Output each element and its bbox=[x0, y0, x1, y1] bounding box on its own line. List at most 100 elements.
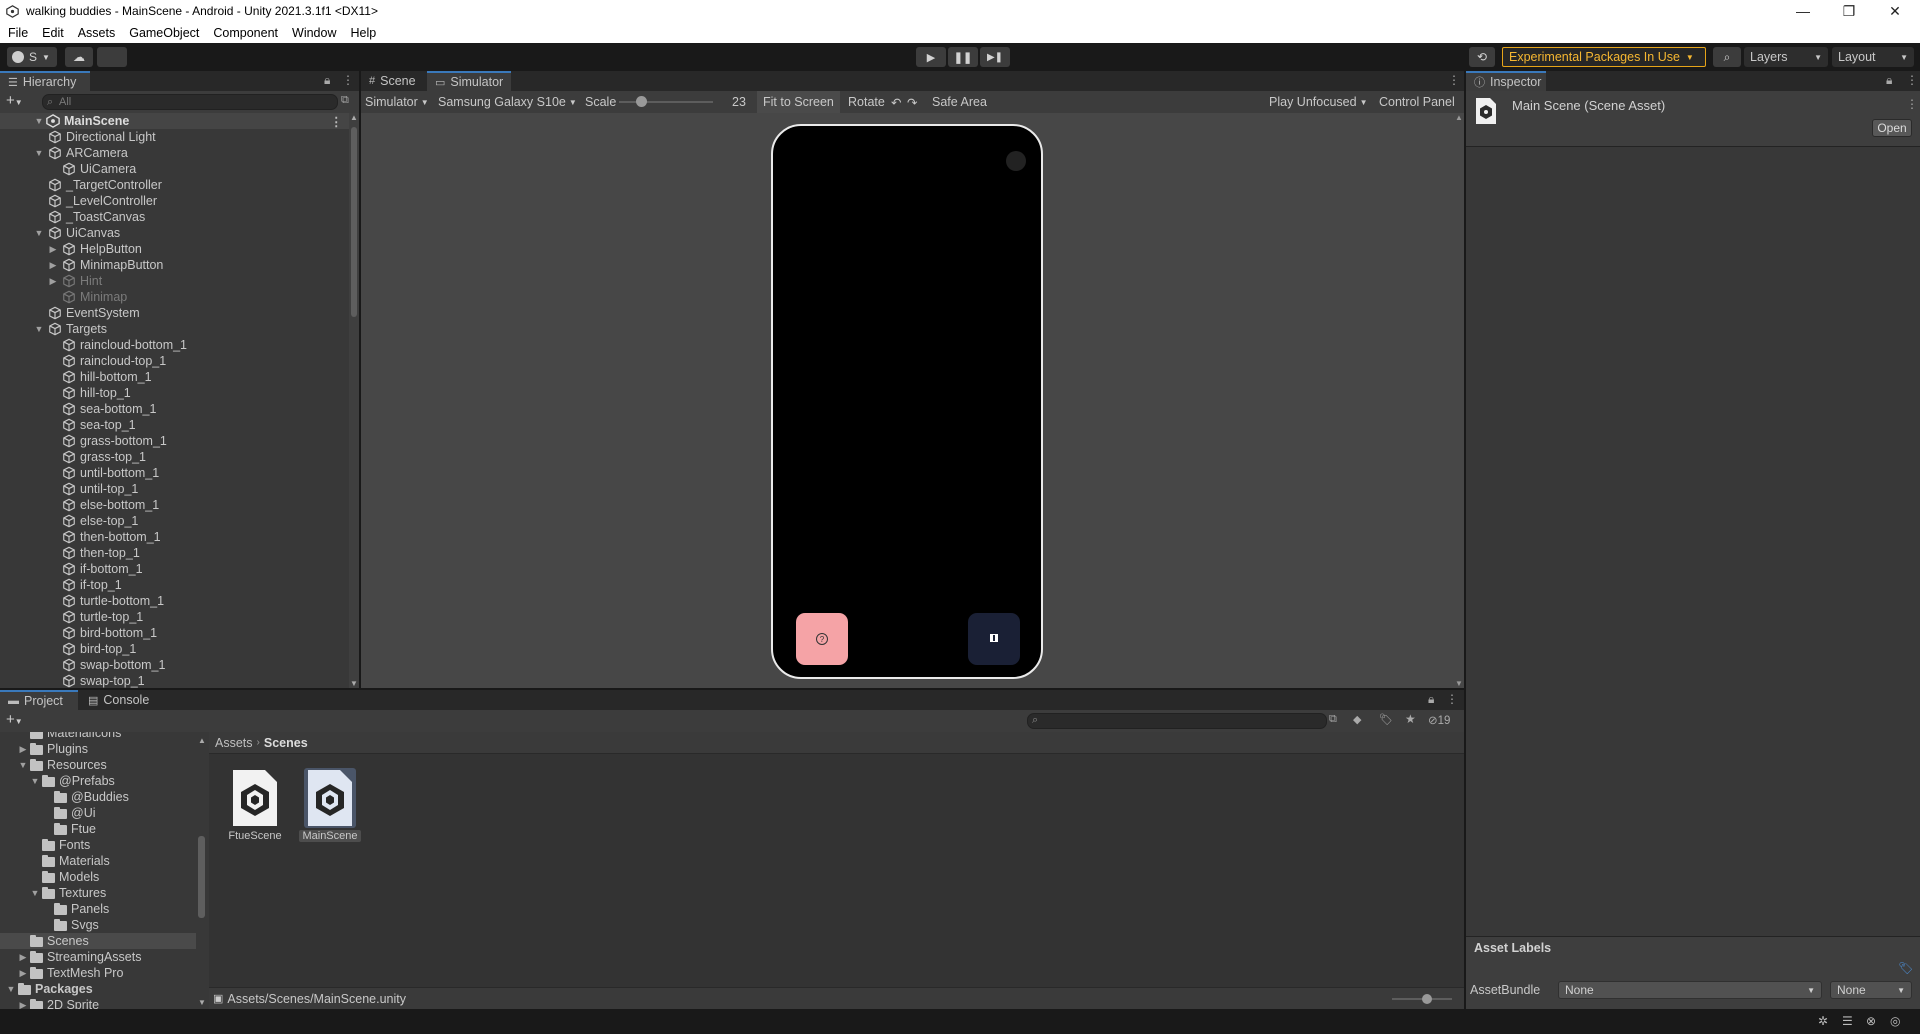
collapse-arrow-icon[interactable]: ▼ bbox=[6, 984, 16, 994]
hierarchy-item[interactable]: if-bottom_1 bbox=[0, 561, 349, 577]
icon-size-slider[interactable] bbox=[1392, 994, 1452, 1004]
more-options-icon[interactable]: ⋮ bbox=[342, 73, 354, 87]
expand-arrow-icon[interactable]: ▶ bbox=[18, 968, 28, 979]
folder-tree-item[interactable]: Svgs bbox=[0, 917, 197, 933]
hierarchy-item[interactable]: raincloud-bottom_1 bbox=[0, 337, 349, 353]
more-options-icon[interactable]: ⋮ bbox=[1448, 73, 1460, 87]
create-asset-button[interactable]: +▼ bbox=[6, 711, 23, 728]
breadcrumb-scenes[interactable]: Scenes bbox=[260, 736, 312, 750]
label-filter-icon[interactable]: 🏷︎ bbox=[1379, 713, 1393, 726]
rotate-left-icon[interactable]: ↶ bbox=[891, 91, 901, 113]
layers-dropdown[interactable]: Layers ▼ bbox=[1744, 47, 1828, 67]
scroll-down-icon[interactable]: ▼ bbox=[198, 998, 206, 1007]
menu-assets[interactable]: Assets bbox=[70, 26, 122, 40]
step-button[interactable]: ▶❚ bbox=[980, 47, 1010, 67]
folder-tree-item[interactable]: ▼ @Prefabs bbox=[0, 773, 197, 789]
scale-slider[interactable] bbox=[619, 91, 713, 113]
tab-simulator[interactable]: ▭ Simulator bbox=[427, 71, 511, 91]
hierarchy-item[interactable]: hill-top_1 bbox=[0, 385, 349, 401]
hierarchy-item[interactable]: until-bottom_1 bbox=[0, 465, 349, 481]
hierarchy-item[interactable]: turtle-bottom_1 bbox=[0, 593, 349, 609]
hierarchy-item[interactable]: ▼ ARCamera bbox=[0, 145, 349, 161]
expand-arrow-icon[interactable]: ▶ bbox=[48, 276, 58, 287]
device-screen[interactable]: ? bbox=[782, 135, 1032, 668]
hidden-packages-toggle[interactable]: ⊘19 bbox=[1428, 713, 1450, 727]
menu-file[interactable]: File bbox=[0, 26, 34, 40]
expand-arrow-icon[interactable]: ▶ bbox=[18, 952, 28, 963]
debug-icon[interactable]: ✲ bbox=[1818, 1014, 1828, 1028]
hierarchy-item[interactable]: grass-bottom_1 bbox=[0, 433, 349, 449]
menu-edit[interactable]: Edit bbox=[34, 26, 70, 40]
tab-project[interactable]: ▬ Project bbox=[0, 690, 78, 710]
device-dropdown[interactable]: Samsung Galaxy S10e ▼ bbox=[438, 91, 577, 113]
hierarchy-item[interactable]: raincloud-top_1 bbox=[0, 353, 349, 369]
simulator-viewport[interactable]: ? ▲ ▼ bbox=[361, 113, 1464, 688]
rotate-right-icon[interactable]: ↷ bbox=[907, 91, 917, 113]
expand-arrow-icon[interactable]: ▶ bbox=[18, 744, 28, 755]
scene-visibility-icon[interactable]: ⧉ bbox=[341, 94, 349, 107]
menu-gameobject[interactable]: GameObject bbox=[121, 26, 205, 40]
hierarchy-item[interactable]: EventSystem bbox=[0, 305, 349, 321]
hierarchy-item[interactable]: Minimap bbox=[0, 289, 349, 305]
tag-icon[interactable]: 🏷︎ bbox=[1898, 961, 1913, 975]
collapse-arrow-icon[interactable]: ▼ bbox=[34, 148, 44, 158]
close-window-button[interactable]: ✕ bbox=[1872, 0, 1918, 22]
hierarchy-item[interactable]: else-top_1 bbox=[0, 513, 349, 529]
hierarchy-item[interactable]: hill-bottom_1 bbox=[0, 369, 349, 385]
hierarchy-item[interactable]: bird-bottom_1 bbox=[0, 625, 349, 641]
folder-tree-item[interactable]: @Ui bbox=[0, 805, 197, 821]
more-options-icon[interactable]: ⋮ bbox=[1906, 97, 1918, 111]
more-options-icon[interactable]: ⋮ bbox=[1446, 692, 1458, 706]
hierarchy-item[interactable]: swap-bottom_1 bbox=[0, 657, 349, 673]
cache-server-icon[interactable]: ☰ bbox=[1842, 1014, 1853, 1028]
play-unfocused-dropdown[interactable]: Play Unfocused ▼ bbox=[1269, 91, 1367, 113]
tab-inspector[interactable]: ⓘ Inspector bbox=[1466, 71, 1546, 91]
hierarchy-item[interactable]: ▶ Hint bbox=[0, 273, 349, 289]
hierarchy-item[interactable]: turtle-top_1 bbox=[0, 609, 349, 625]
search-button[interactable]: ⌕ bbox=[1713, 47, 1741, 67]
undo-history-button[interactable]: ⟲ bbox=[1469, 47, 1495, 67]
favorite-star-icon[interactable]: ★ bbox=[1405, 712, 1416, 726]
hierarchy-item[interactable]: sea-bottom_1 bbox=[0, 401, 349, 417]
progress-icon[interactable]: ◎ bbox=[1890, 1014, 1900, 1028]
filter-type-icon[interactable]: ◆ bbox=[1353, 713, 1361, 726]
hierarchy-item[interactable]: if-top_1 bbox=[0, 577, 349, 593]
folder-tree-item[interactable]: Models bbox=[0, 869, 197, 885]
menu-window[interactable]: Window bbox=[284, 26, 342, 40]
search-by-type-icon[interactable]: ⧉ bbox=[1329, 713, 1337, 726]
expand-arrow-icon[interactable]: ▶ bbox=[48, 244, 58, 255]
pause-button[interactable]: ❚❚ bbox=[948, 47, 978, 67]
minimap-button[interactable] bbox=[968, 613, 1020, 665]
menu-component[interactable]: Component bbox=[205, 26, 284, 40]
hierarchy-item[interactable]: ▼ Targets bbox=[0, 321, 349, 337]
hierarchy-item[interactable]: UiCamera bbox=[0, 161, 349, 177]
collapse-arrow-icon[interactable]: ▼ bbox=[34, 324, 44, 334]
breadcrumb-assets[interactable]: Assets bbox=[211, 736, 257, 750]
folder-tree-item[interactable]: @Buddies bbox=[0, 789, 197, 805]
asset-tile-ftuescene[interactable]: FtueScene bbox=[222, 768, 288, 852]
folder-tree-item[interactable]: ▶ TextMesh Pro bbox=[0, 965, 197, 981]
asset-variant-dropdown[interactable]: None ▼ bbox=[1830, 981, 1912, 999]
scroll-up-icon[interactable]: ▲ bbox=[350, 113, 358, 122]
scroll-up-icon[interactable]: ▲ bbox=[1455, 113, 1463, 122]
folder-tree-item[interactable]: ▶ 2D Sprite bbox=[0, 997, 197, 1009]
play-button[interactable]: ▶ bbox=[916, 47, 946, 67]
asset-tile-mainscene[interactable]: MainScene bbox=[297, 768, 363, 852]
simulator-scrollbar[interactable]: ▲ ▼ bbox=[1454, 113, 1464, 688]
hierarchy-item[interactable]: _LevelController bbox=[0, 193, 349, 209]
control-panel-button[interactable]: Control Panel bbox=[1379, 91, 1455, 113]
help-button[interactable]: ? bbox=[796, 613, 848, 665]
hierarchy-item[interactable]: then-top_1 bbox=[0, 545, 349, 561]
collapse-arrow-icon[interactable]: ▼ bbox=[30, 776, 40, 786]
hierarchy-item[interactable]: bird-top_1 bbox=[0, 641, 349, 657]
hierarchy-item[interactable]: sea-top_1 bbox=[0, 417, 349, 433]
collapse-arrow-icon[interactable]: ▼ bbox=[18, 760, 28, 770]
tab-hierarchy[interactable]: ☰ Hierarchy bbox=[0, 71, 90, 91]
folder-tree-scrollbar[interactable]: ▲ ▼ bbox=[196, 732, 207, 1009]
more-options-icon[interactable]: ⋮ bbox=[1906, 73, 1918, 87]
collapse-arrow-icon[interactable]: ▼ bbox=[30, 888, 40, 898]
lock-icon[interactable]: 🔒︎ bbox=[324, 73, 330, 88]
folder-tree-item[interactable]: Panels bbox=[0, 901, 197, 917]
folder-tree-item[interactable]: ▼ Packages bbox=[0, 981, 197, 997]
lock-icon[interactable]: 🔒︎ bbox=[1428, 692, 1434, 707]
